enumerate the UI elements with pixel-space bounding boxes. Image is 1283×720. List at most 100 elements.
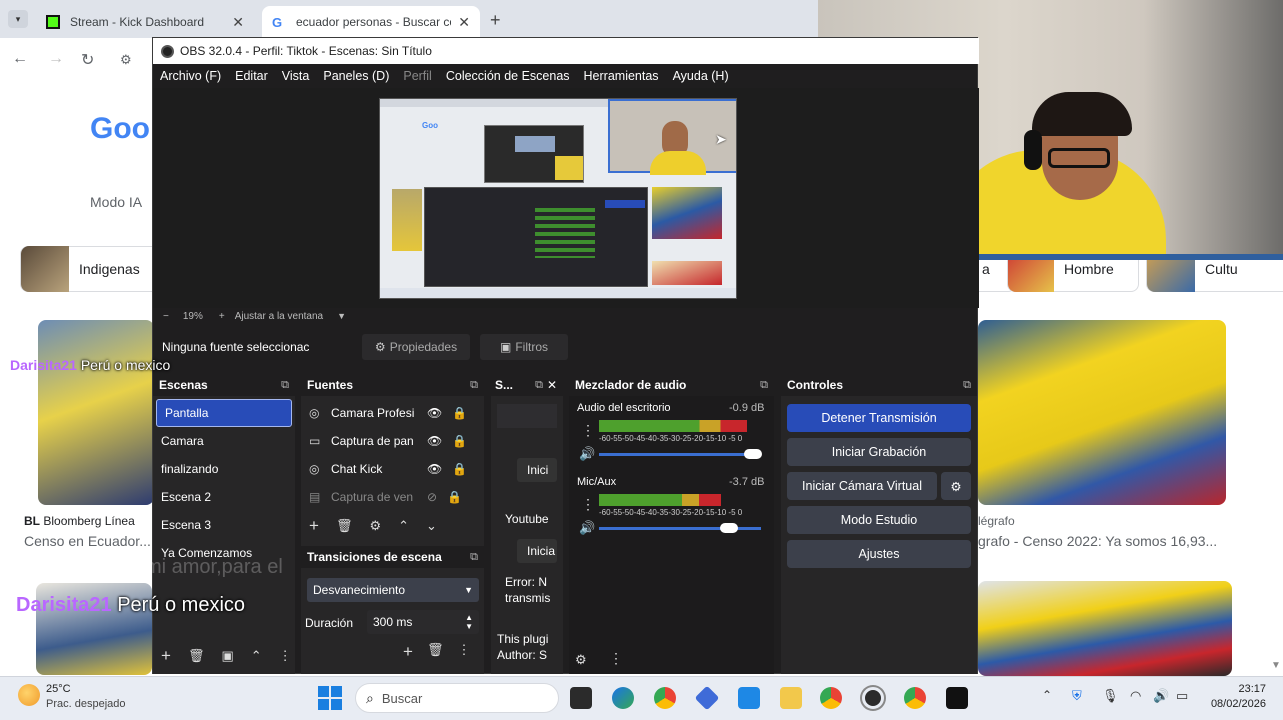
more-icon[interactable]: ⋮ [279,648,292,664]
lock-icon[interactable]: 🔒 [452,406,467,420]
menu-ayuda[interactable]: Ayuda (H) [673,69,729,83]
undock-icon[interactable]: ⧉ [963,379,971,392]
file-explorer-icon[interactable] [780,687,802,709]
chrome-icon[interactable] [654,687,676,709]
menu-coleccion-escenas[interactable]: Colección de Escenas [446,69,570,83]
show-hidden-icons[interactable]: ⌃ [1042,688,1052,702]
capcut-icon[interactable] [946,687,968,709]
taskbar-search[interactable]: ⌕ Buscar [355,683,559,713]
menu-archivo[interactable]: Archivo (F) [160,69,221,83]
back-icon[interactable]: ← [12,50,28,68]
volume-slider[interactable] [599,449,762,459]
scene-filters-icon[interactable]: ▣ [221,648,233,664]
transition-select[interactable]: Desvanecimiento ▼ [307,578,479,602]
site-info-icon[interactable]: ⚙ [120,52,132,68]
menu-vista[interactable]: Vista [282,69,310,83]
battery-icon[interactable]: ▭ [1176,688,1188,704]
undock-icon[interactable]: ⧉ [281,379,289,392]
hidden-eye-icon[interactable]: ⊘ [427,490,437,504]
result-image-flag[interactable] [978,581,1232,676]
weather-icon[interactable] [18,684,40,706]
wifi-icon[interactable]: ◠ [1130,688,1141,704]
reload-icon[interactable]: ↻ [81,50,94,70]
source-properties-icon[interactable]: ⚙ [369,518,381,534]
add-scene-icon[interactable]: + [161,646,171,666]
lock-icon[interactable]: 🔒 [452,434,467,448]
new-tab-icon[interactable]: + [490,10,501,31]
menu-perfil[interactable]: Perfil [403,69,431,83]
close-icon[interactable]: ✕ [547,378,557,392]
menu-paneles[interactable]: Paneles (D) [323,69,389,83]
undock-icon[interactable]: ⧉ [760,379,768,392]
chrome-profile-icon[interactable] [820,687,842,709]
start-icon[interactable] [318,686,342,710]
lock-icon[interactable]: 🔒 [452,462,467,476]
lock-icon[interactable]: 🔒 [447,490,462,504]
scene-item-escena-2[interactable]: Escena 2 [153,483,295,511]
remove-source-icon[interactable]: 🗑 [336,518,353,534]
mixer-more-icon[interactable]: ⋮ [609,650,623,667]
result-source[interactable]: BL Bloomberg Línea [24,514,135,528]
stream-youtube-start-button[interactable]: Inicia [517,539,557,563]
filters-button[interactable]: ▣ Filtros [480,334,568,360]
clock-date[interactable]: 08/02/2026 [1202,698,1266,710]
volume-icon[interactable]: 🔊 [1153,688,1169,704]
duration-input[interactable]: 300 ms ▲ ▼ [367,610,479,634]
speaker-icon[interactable]: 🔊 [579,520,595,536]
visibility-eye-icon[interactable]: 👁 [427,406,442,420]
mic-icon[interactable]: 🎙 [1102,688,1119,704]
stepper-icon[interactable]: ▲ ▼ [465,613,473,631]
visibility-eye-icon[interactable]: 👁 [427,434,442,448]
chip-indigenas[interactable]: Indigenas [20,246,160,292]
source-item-camara[interactable]: ◎ Camara Profesi 👁 🔒 [301,399,484,427]
vscode-icon[interactable] [738,687,760,709]
result-caption[interactable]: grafo - Censo 2022: Ya somos 16,93... [978,533,1278,549]
result-source[interactable]: légrafo [978,514,1015,528]
undock-icon[interactable]: ⧉ [535,379,543,392]
clock-time[interactable]: 23:17 [1210,683,1266,695]
speaker-icon[interactable]: 🔊 [579,446,595,462]
close-tab-icon[interactable]: ✕ [232,14,244,31]
channel-menu-icon[interactable]: ⋮ [581,496,595,513]
more-icon[interactable]: ⋮ [457,642,470,662]
stream-start-button[interactable]: Inici [517,458,557,482]
remove-transition-icon[interactable]: 🗑 [427,642,444,662]
channel-menu-icon[interactable]: ⋮ [581,422,595,439]
result-image-ecuador-fans[interactable] [978,320,1226,505]
obs-taskbar-icon[interactable] [862,687,884,709]
undock-icon[interactable]: ⧉ [470,379,478,392]
source-item-chat-kick[interactable]: ◎ Chat Kick 👁 🔒 [301,455,484,483]
tab-search-dropdown-icon[interactable]: ▾ [8,10,28,28]
obs-titlebar[interactable]: OBS 32.0.4 - Perfil: Tiktok - Escenas: S… [153,38,979,64]
scene-item-escena-3[interactable]: Escena 3 [153,511,295,539]
menu-herramientas[interactable]: Herramientas [584,69,659,83]
google-logo[interactable]: Goo [90,112,150,146]
result-image-bloomberg[interactable] [38,320,154,505]
undock-icon[interactable]: ⧉ [470,551,478,564]
zoom-out-icon[interactable]: − [163,311,169,322]
program-preview[interactable]: Goo ➤ [379,98,737,299]
preview-area[interactable]: Goo ➤ [153,88,979,308]
zoom-dropdown-icon[interactable]: ▼ [337,311,346,321]
move-down-icon[interactable]: ⌄ [426,518,437,534]
settings-button[interactable]: Ajustes [787,540,971,568]
result-caption[interactable]: Censo en Ecuador... [24,533,152,549]
copilot-icon[interactable] [612,687,634,709]
volume-handle[interactable] [719,523,738,533]
task-view-icon[interactable] [570,687,592,709]
chrome-profile-2-icon[interactable] [904,687,926,709]
forward-icon[interactable]: → [48,50,64,68]
virtual-camera-settings-icon[interactable]: ⚙ [941,472,971,500]
ai-mode-tab[interactable]: Modo IA [90,194,142,210]
start-recording-button[interactable]: Iniciar Grabación [787,438,971,466]
start-virtual-camera-button[interactable]: Iniciar Cámara Virtual [787,472,937,500]
scene-item-pantalla[interactable]: Pantalla [156,399,292,427]
scene-item-camara[interactable]: Camara [153,427,295,455]
zoom-in-icon[interactable]: + [219,311,225,322]
tab-kick-dashboard[interactable]: Stream - Kick Dashboard ✕ [36,6,254,38]
mixer-settings-icon[interactable]: ⚙ [575,652,587,668]
zoom-fit-label[interactable]: Ajustar a la ventana [235,311,323,322]
add-source-icon[interactable]: + [309,516,319,536]
studio-mode-button[interactable]: Modo Estudio [787,506,971,534]
weather-temp[interactable]: 25°C [46,683,71,695]
